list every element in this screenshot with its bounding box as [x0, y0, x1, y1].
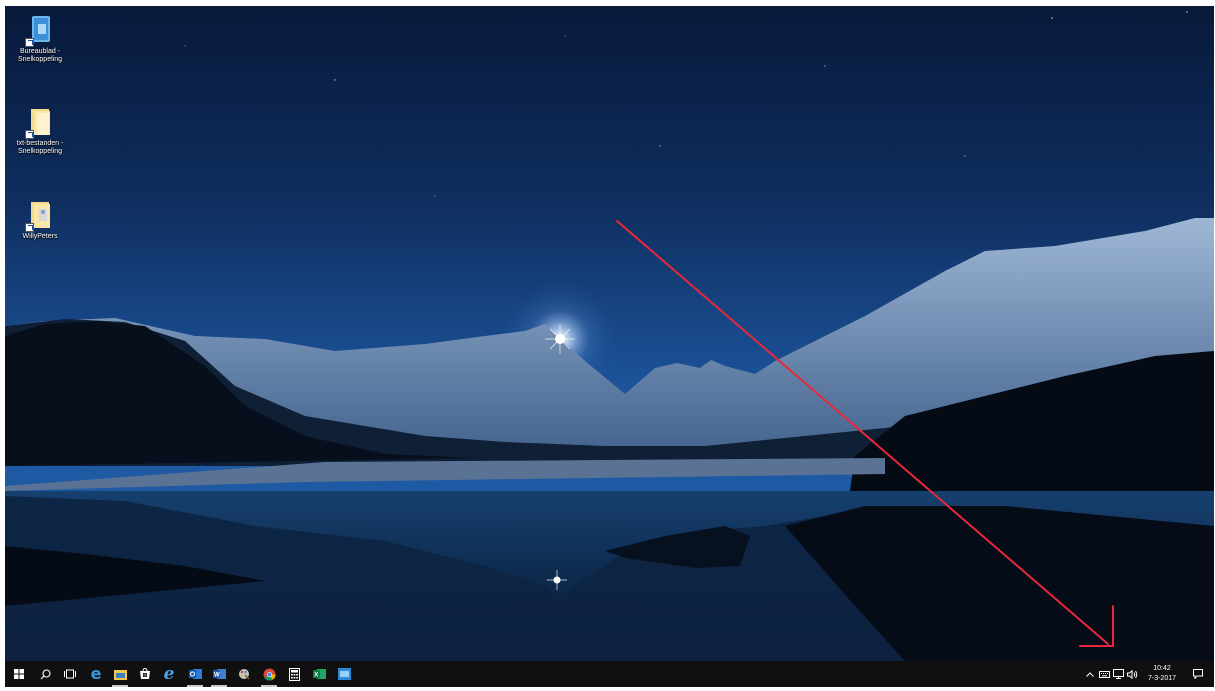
desktop-icon-bureaublad[interactable]: Bureaublad - Snelkoppeling [7, 14, 73, 64]
desktop-screen: Bureaublad - Snelkoppeling txt-bestanden… [5, 6, 1214, 687]
keyboard-tray-button[interactable] [1097, 661, 1111, 687]
calculator-button[interactable] [283, 661, 305, 687]
task-view-icon [64, 669, 76, 679]
desktop-icon-label: txt-bestanden - Snelkoppeling [16, 140, 64, 155]
action-center-icon [1193, 669, 1203, 679]
action-center-button[interactable] [1186, 661, 1210, 687]
outlook-icon [188, 669, 202, 679]
edge-button[interactable]: e [85, 661, 107, 687]
network-icon [1112, 669, 1124, 679]
svg-text:W: W [214, 673, 220, 679]
excel-icon: X [312, 669, 326, 679]
outlook-button[interactable] [184, 661, 206, 687]
paint-icon [239, 669, 250, 680]
remote-desktop-button[interactable] [333, 661, 355, 687]
word-button[interactable]: W [208, 661, 230, 687]
chevron-up-icon [1086, 671, 1094, 677]
excel-button[interactable]: X [308, 661, 330, 687]
chrome-button[interactable] [258, 661, 280, 687]
start-button[interactable] [8, 661, 30, 687]
desktop-icon-txt-bestanden[interactable]: txt-bestanden - Snelkoppeling [7, 106, 73, 156]
volume-tray-button[interactable] [1125, 661, 1139, 687]
file-explorer-button[interactable] [109, 661, 131, 687]
clock[interactable]: 10:42 7-3-2017 [1141, 661, 1183, 687]
desktop-wallpaper [5, 6, 1214, 661]
clock-date: 7-3-2017 [1147, 675, 1177, 682]
desktop-icon-label: WillyPeters [22, 233, 58, 240]
store-icon [140, 668, 150, 679]
volume-icon [1126, 669, 1137, 679]
store-button[interactable] [134, 661, 156, 687]
network-tray-button[interactable] [1111, 661, 1125, 687]
clock-time: 10:42 [1153, 665, 1171, 672]
internet-explorer-button[interactable]: e [158, 661, 180, 687]
edge-icon: e [90, 664, 102, 683]
remote-desktop-icon [337, 668, 351, 680]
svg-text:X: X [314, 673, 318, 679]
calculator-icon [288, 667, 300, 681]
show-hidden-icons-button[interactable] [1083, 661, 1097, 687]
word-icon: W [212, 669, 226, 679]
folder-shortcut-icon [25, 106, 53, 139]
chrome-icon [263, 668, 275, 681]
search-button[interactable] [34, 661, 56, 687]
desktop-shortcut-icon [25, 14, 53, 47]
user-folder-shortcut-icon [25, 199, 53, 232]
folder-icon [113, 669, 127, 680]
keyboard-icon [1098, 670, 1110, 678]
internet-explorer-icon: e [163, 664, 175, 684]
desktop-icon-label: Bureaublad - Snelkoppeling [18, 48, 62, 63]
search-icon [40, 668, 51, 679]
task-view-button[interactable] [59, 661, 81, 687]
paint-button[interactable] [233, 661, 255, 687]
windows-logo-icon [14, 669, 24, 679]
taskbar: e e W X 10:42 7-3-2017 [5, 661, 1214, 687]
desktop-icon-willypeters[interactable]: WillyPeters [7, 199, 73, 241]
